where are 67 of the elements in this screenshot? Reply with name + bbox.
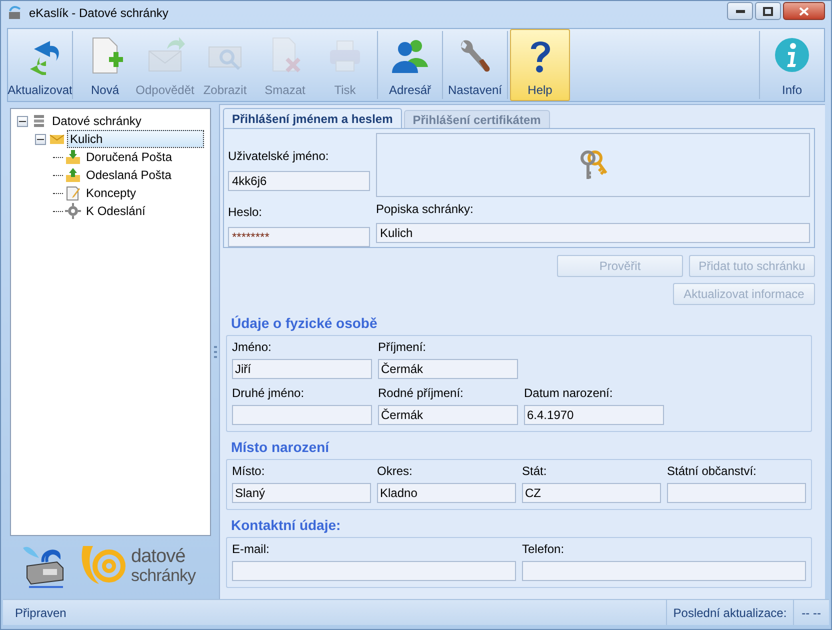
toolbar-button[interactable]: Adresář xyxy=(380,29,440,101)
toolbar-button[interactable]: Help xyxy=(510,29,570,101)
tree-item[interactable]: Koncepty xyxy=(83,184,140,202)
toolbar-button[interactable]: Info xyxy=(762,29,822,101)
text-field[interactable]: Čermák xyxy=(378,405,518,425)
tab[interactable]: Přihlášení jménem a heslem xyxy=(223,108,402,128)
status-text: Připraven xyxy=(14,604,66,622)
description-field[interactable]: Kulich xyxy=(376,223,810,243)
password-field[interactable]: ******** xyxy=(228,227,370,247)
field-label: Okres: xyxy=(377,464,414,478)
logo-text: schránky xyxy=(131,566,196,585)
field-label: Státní občanství: xyxy=(667,464,758,478)
text-field[interactable] xyxy=(232,405,372,425)
field-label: Heslo: xyxy=(228,204,264,221)
field-label: Uživatelské jméno: xyxy=(228,148,330,165)
section-title: Kontaktní údaje: xyxy=(231,516,342,535)
section-title: Místo narození xyxy=(231,438,330,457)
splitter-handle-icon[interactable] xyxy=(214,346,216,358)
field-label: Příjmení: xyxy=(378,340,428,354)
text-field[interactable]: CZ xyxy=(522,483,661,503)
text-field[interactable]: 6.4.1970 xyxy=(524,405,664,425)
tree-item[interactable]: Odeslaná Pošta xyxy=(83,166,174,184)
text-field[interactable]: Slaný xyxy=(232,483,371,503)
field-label: Rodné příjmení: xyxy=(378,386,464,400)
tree-item[interactable]: Doručená Pošta xyxy=(83,148,176,166)
field-label: Jméno: xyxy=(232,340,272,354)
database-icon xyxy=(31,113,47,129)
logo-text: datové xyxy=(131,547,186,566)
keys-icon xyxy=(578,149,608,181)
toolbar-button[interactable]: Aktualizovat xyxy=(10,29,70,101)
toolbar-button[interactable]: Nová xyxy=(75,29,135,101)
maximize-icon xyxy=(763,6,773,16)
field-label: Místo: xyxy=(232,464,266,478)
maximize-button[interactable] xyxy=(755,2,781,20)
minimize-button[interactable] xyxy=(727,2,753,20)
username-field[interactable]: 4kk6j6 xyxy=(228,171,370,191)
collapse-icon[interactable] xyxy=(35,134,46,144)
close-icon xyxy=(799,6,809,16)
text-field[interactable]: Jiří xyxy=(232,359,372,379)
field-label: Datum narození: xyxy=(524,386,614,400)
gear-icon xyxy=(65,203,81,219)
status-text: Poslední aktualizace: xyxy=(666,600,793,625)
text-field[interactable] xyxy=(667,483,806,503)
tray-arrow-icon xyxy=(65,149,81,165)
app-icon xyxy=(7,5,23,21)
field-label: Stát: xyxy=(522,464,548,478)
info-icon xyxy=(772,35,812,75)
toolbar-button[interactable]: Nastavení xyxy=(445,29,505,101)
text-field[interactable] xyxy=(522,561,806,581)
tree-item[interactable]: Kulich xyxy=(67,130,204,148)
window-title: eKaslík - Datové schránky xyxy=(29,5,168,22)
status-text: -- -- xyxy=(792,600,829,625)
collapse-icon[interactable] xyxy=(17,116,28,126)
field-label: Telefon: xyxy=(522,542,566,556)
minimize-icon xyxy=(736,10,744,12)
text-field[interactable]: Čermák xyxy=(378,359,518,379)
tree-item[interactable]: K Odeslání xyxy=(83,202,148,220)
field-label: E-mail: xyxy=(232,542,270,556)
tray-arrow-icon xyxy=(65,167,81,183)
field-label: Popiska schránky: xyxy=(376,201,474,218)
note-pencil-icon xyxy=(65,185,81,201)
text-field[interactable] xyxy=(232,561,516,581)
tree-item[interactable]: Datové schránky xyxy=(49,112,144,130)
section-title: Údaje o fyzické osobě xyxy=(231,314,378,333)
close-button[interactable] xyxy=(783,2,825,20)
field-label: Druhé jméno: xyxy=(232,386,306,400)
text-field[interactable]: Kladno xyxy=(377,483,516,503)
